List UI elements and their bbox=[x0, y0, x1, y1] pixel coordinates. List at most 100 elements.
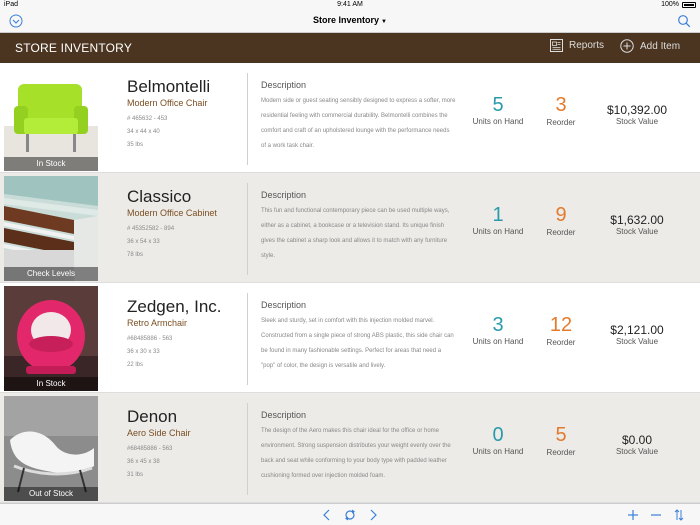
product-type: Aero Side Chair bbox=[127, 428, 191, 438]
description-heading: Description bbox=[261, 410, 307, 420]
reorder: 3 Reorder bbox=[538, 94, 584, 127]
inventory-row[interactable]: In Stock Belmontelli Modern Office Chair… bbox=[0, 63, 700, 173]
stock-status-label: In Stock bbox=[4, 377, 98, 391]
navigation-bar: Store Inventory ▼ bbox=[0, 10, 700, 33]
product-name: Belmontelli bbox=[127, 77, 211, 96]
reorder-label: Reorder bbox=[546, 448, 576, 457]
product-type: Modern Office Cabinet bbox=[127, 208, 217, 218]
units-on-hand: 0 Units on Hand bbox=[470, 424, 526, 456]
product-weight: 22 lbs bbox=[127, 362, 144, 368]
plus-icon[interactable] bbox=[626, 508, 640, 522]
chevron-right-icon[interactable] bbox=[366, 508, 380, 522]
stock-value-label: Stock Value bbox=[615, 337, 659, 346]
product-weight: 35 lbs bbox=[127, 142, 144, 148]
units-value: 0 bbox=[492, 424, 504, 446]
product-sku: #68485886 - 563 bbox=[127, 336, 173, 342]
refresh-icon[interactable] bbox=[343, 508, 357, 522]
row-divider bbox=[247, 293, 248, 385]
inventory-row[interactable]: In Stock Zedgen, Inc. Retro Armchair #68… bbox=[0, 283, 700, 393]
units-label: Units on Hand bbox=[472, 227, 524, 236]
product-name: Zedgen, Inc. bbox=[127, 297, 222, 316]
units-label: Units on Hand bbox=[472, 337, 524, 346]
product-image: In Stock bbox=[4, 286, 98, 391]
reports-button[interactable]: Reports bbox=[550, 39, 604, 52]
nav-title-menu[interactable]: Store Inventory ▼ bbox=[0, 15, 700, 25]
inventory-row[interactable]: Out of Stock Denon Aero Side Chair #6848… bbox=[0, 393, 700, 503]
add-circle-icon bbox=[620, 39, 634, 53]
reorder-value: 9 bbox=[555, 204, 567, 226]
stock-status-label: In Stock bbox=[4, 157, 98, 171]
row-divider bbox=[247, 403, 248, 495]
units-label: Units on Hand bbox=[472, 117, 524, 126]
inventory-header: STORE INVENTORY Reports Add Item bbox=[0, 33, 700, 63]
product-image: Out of Stock bbox=[4, 396, 98, 501]
bottom-toolbar bbox=[0, 503, 700, 525]
add-item-button[interactable]: Add Item bbox=[620, 39, 680, 53]
units-on-hand: 1 Units on Hand bbox=[470, 204, 526, 236]
units-label: Units on Hand bbox=[472, 447, 524, 456]
row-divider bbox=[247, 73, 248, 165]
header-title: STORE INVENTORY bbox=[15, 41, 133, 55]
description-heading: Description bbox=[261, 300, 307, 310]
product-sku: #68485886 - 563 bbox=[127, 446, 173, 452]
product-weight: 31 lbs bbox=[127, 472, 144, 478]
stock-value-label: Stock Value bbox=[615, 227, 659, 236]
product-image: Check Levels bbox=[4, 176, 98, 281]
product-weight: 78 lbs bbox=[127, 252, 144, 258]
reorder-value: 3 bbox=[555, 94, 567, 116]
battery-percent: 100% bbox=[661, 1, 679, 8]
units-on-hand: 5 Units on Hand bbox=[470, 94, 526, 126]
stock-value: $1,632.00 Stock Value bbox=[594, 213, 680, 236]
product-dimensions: 36 x 54 x 33 bbox=[127, 239, 160, 245]
reorder: 9 Reorder bbox=[538, 204, 584, 237]
product-type: Modern Office Chair bbox=[127, 98, 208, 108]
product-description: Modern side or guest seating sensibly de… bbox=[261, 98, 456, 149]
add-item-label: Add Item bbox=[640, 40, 681, 52]
row-divider bbox=[247, 183, 248, 275]
units-value: 5 bbox=[492, 94, 504, 116]
product-name: Classico bbox=[127, 187, 192, 206]
stock-value-amount: $10,392.00 bbox=[606, 103, 668, 117]
product-name: Denon bbox=[127, 407, 178, 426]
reorder: 12 Reorder bbox=[538, 314, 584, 347]
product-dimensions: 36 x 30 x 33 bbox=[127, 349, 160, 355]
reports-icon bbox=[550, 39, 563, 52]
description-heading: Description bbox=[261, 190, 307, 200]
status-bar: iPad 9:41 AM 100% bbox=[0, 0, 700, 10]
product-image: In Stock bbox=[4, 66, 98, 171]
battery-icon bbox=[682, 1, 696, 8]
stock-status-label: Check Levels bbox=[4, 267, 98, 281]
minus-icon[interactable] bbox=[649, 508, 663, 522]
reorder-label: Reorder bbox=[546, 228, 576, 237]
stock-value: $0.00 Stock Value bbox=[594, 433, 680, 456]
product-description: This fun and functional contemporary pie… bbox=[261, 208, 450, 259]
battery-indicator: 100% bbox=[661, 1, 696, 8]
nav-title: Store Inventory bbox=[313, 15, 380, 25]
reorder-value: 5 bbox=[555, 424, 567, 446]
product-type: Retro Armchair bbox=[127, 318, 188, 328]
units-value: 3 bbox=[492, 314, 504, 336]
inventory-list: In Stock Belmontelli Modern Office Chair… bbox=[0, 63, 700, 503]
search-icon[interactable] bbox=[677, 14, 691, 28]
clock-label: 9:41 AM bbox=[337, 1, 363, 8]
stock-value-label: Stock Value bbox=[615, 447, 659, 456]
stock-value-label: Stock Value bbox=[615, 117, 659, 126]
product-description: The design of the Aero makes this chair … bbox=[261, 428, 451, 479]
caret-down-icon: ▼ bbox=[381, 19, 387, 25]
reorder-label: Reorder bbox=[546, 118, 576, 127]
inventory-row[interactable]: Check Levels Classico Modern Office Cabi… bbox=[0, 173, 700, 283]
stock-value: $2,121.00 Stock Value bbox=[594, 323, 680, 346]
product-description: Sleek and sturdy, set in comfort with th… bbox=[261, 318, 454, 369]
sort-icon[interactable] bbox=[672, 508, 686, 522]
chevron-left-icon[interactable] bbox=[320, 508, 334, 522]
stock-value-amount: $2,121.00 bbox=[610, 323, 664, 337]
stock-value-amount: $0.00 bbox=[621, 433, 653, 447]
units-value: 1 bbox=[492, 204, 504, 226]
stock-status-label: Out of Stock bbox=[4, 487, 98, 501]
description-heading: Description bbox=[261, 80, 307, 90]
product-dimensions: 36 x 45 x 38 bbox=[127, 459, 160, 465]
stock-value-amount: $1,632.00 bbox=[610, 213, 664, 227]
stock-value: $10,392.00 Stock Value bbox=[594, 103, 680, 126]
product-sku: # 465632 - 453 bbox=[127, 116, 168, 122]
reorder-value: 12 bbox=[549, 314, 573, 336]
